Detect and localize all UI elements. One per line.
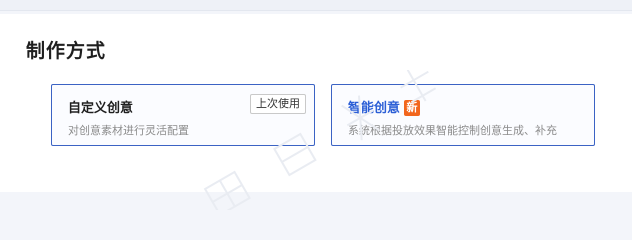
section-title: 制作方式 (26, 40, 107, 62)
top-strip (0, 0, 632, 11)
custom-creative-card[interactable]: 自定义创意 上次使用 对创意素材进行灵活配置 (51, 84, 315, 146)
new-badge: 新 (404, 100, 421, 116)
smart-creative-card[interactable]: 智能创意新 系统根据投放效果智能控制创意生成、补充 (331, 84, 595, 146)
smart-creative-description: 系统根据投放效果智能控制创意生成、补充 (348, 124, 557, 137)
smart-creative-title: 智能创意 (348, 101, 401, 116)
smart-creative-title-group: 智能创意新 (348, 97, 421, 116)
last-used-tag: 上次使用 (250, 94, 306, 114)
custom-creative-title: 自定义创意 (68, 101, 134, 116)
custom-creative-description: 对创意素材进行灵活配置 (68, 124, 189, 137)
